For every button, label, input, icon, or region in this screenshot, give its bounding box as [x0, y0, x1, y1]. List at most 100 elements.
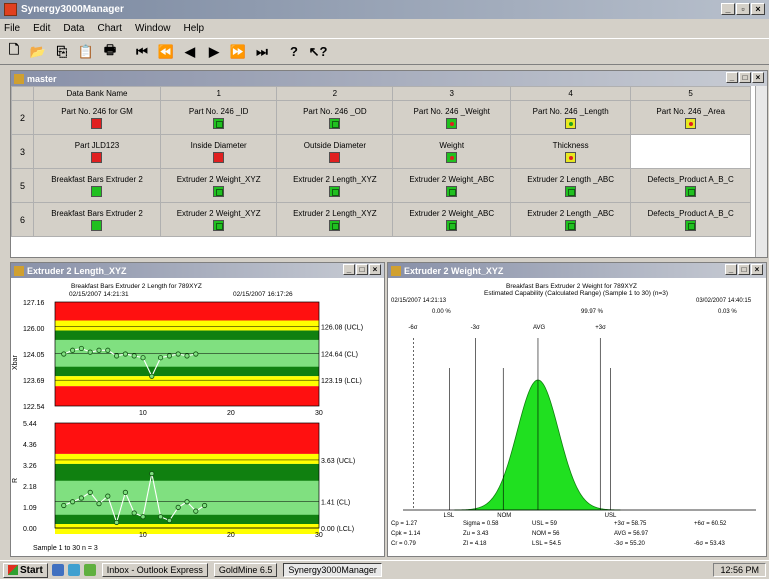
status-indicator-icon[interactable]: [329, 151, 341, 163]
minimize-button[interactable]: _: [721, 3, 735, 15]
status-indicator-icon[interactable]: [329, 117, 341, 129]
help-icon[interactable]: ?: [284, 42, 304, 62]
data-bank-cell[interactable]: Part No. 246 _Area: [630, 100, 751, 135]
status-indicator-icon[interactable]: [329, 219, 341, 231]
column-header[interactable]: Data Bank Name: [33, 86, 161, 101]
status-indicator-icon[interactable]: [213, 117, 225, 129]
data-bank-cell[interactable]: Extruder 2 Weight_ABC: [392, 168, 512, 203]
data-bank-cell[interactable]: Extruder 2 Length_XYZ: [276, 202, 394, 237]
column-header[interactable]: 1: [159, 86, 278, 101]
data-bank-cell[interactable]: Part No. 246 for GM: [33, 100, 161, 135]
data-bank-cell[interactable]: Breakfast Bars Extruder 2: [33, 168, 161, 203]
status-indicator-icon[interactable]: [213, 219, 225, 231]
close-button[interactable]: ×: [752, 72, 764, 83]
data-bank-cell[interactable]: Extruder 2 Length _ABC: [510, 168, 632, 203]
new-file-icon[interactable]: 🗋: [4, 42, 24, 62]
row-number[interactable]: 6: [11, 202, 34, 237]
previous-icon[interactable]: ◀: [180, 42, 200, 62]
maximize-button[interactable]: □: [739, 72, 751, 83]
status-indicator-icon[interactable]: [91, 151, 103, 163]
table-row[interactable]: 5 Breakfast Bars Extruder 2 Extruder 2 Wei…: [11, 168, 751, 203]
table-row[interactable]: 2 Part No. 246 for GM Part No. 246 _ID Part…: [11, 100, 751, 135]
data-bank-cell[interactable]: Inside Diameter: [159, 134, 278, 169]
fast-forward-icon[interactable]: ⏩: [228, 42, 248, 62]
status-indicator-icon[interactable]: [213, 185, 225, 197]
data-bank-cell[interactable]: Breakfast Bars Extruder 2: [33, 202, 161, 237]
column-header[interactable]: 2: [276, 86, 394, 101]
start-button[interactable]: Start: [3, 562, 48, 578]
maximize-button[interactable]: □: [356, 264, 368, 275]
column-header[interactable]: 4: [510, 86, 632, 101]
status-indicator-icon[interactable]: [91, 185, 103, 197]
data-bank-cell[interactable]: Thickness: [510, 134, 632, 169]
status-indicator-icon[interactable]: [329, 185, 341, 197]
last-record-icon[interactable]: ⏭: [252, 42, 272, 62]
taskbar-item-synergy[interactable]: Synergy3000Manager: [283, 563, 382, 577]
status-indicator-icon[interactable]: [446, 117, 458, 129]
vertical-scrollbar[interactable]: [755, 86, 767, 257]
taskbar-item-goldmine[interactable]: GoldMine 6.5: [213, 563, 278, 577]
ie-icon[interactable]: [51, 564, 64, 576]
outlook-icon[interactable]: [67, 564, 80, 576]
data-bank-cell[interactable]: Part JLD123: [33, 134, 161, 169]
row-number[interactable]: 2: [11, 100, 34, 135]
data-bank-cell[interactable]: Part No. 246 _ID: [159, 100, 278, 135]
data-bank-cell[interactable]: Extruder 2 Weight_XYZ: [159, 202, 278, 237]
status-indicator-icon[interactable]: [446, 185, 458, 197]
status-indicator-icon[interactable]: [91, 117, 103, 129]
column-header[interactable]: 3: [392, 86, 512, 101]
minimize-button[interactable]: _: [725, 264, 737, 275]
close-button[interactable]: ×: [751, 3, 765, 15]
column-header[interactable]: 5: [630, 86, 751, 101]
copy-icon[interactable]: ⎘: [52, 42, 72, 62]
data-bank-cell[interactable]: Defects_Product A_B_C: [630, 202, 751, 237]
data-bank-cell[interactable]: Extruder 2 Length _ABC: [510, 202, 632, 237]
table-row[interactable]: 6 Breakfast Bars Extruder 2 Extruder 2 Wei…: [11, 202, 751, 237]
menu-help[interactable]: Help: [184, 23, 205, 34]
data-bank-cell[interactable]: Extruder 2 Weight_ABC: [392, 202, 512, 237]
data-bank-cell[interactable]: Outside Diameter: [276, 134, 394, 169]
status-indicator-icon[interactable]: [565, 151, 577, 163]
next-icon[interactable]: ▶: [204, 42, 224, 62]
rewind-icon[interactable]: ⏪: [156, 42, 176, 62]
data-bank-cell[interactable]: Extruder 2 Length_XYZ: [276, 168, 394, 203]
data-bank-cell[interactable]: Part No. 246 _Weight: [392, 100, 512, 135]
close-button[interactable]: ×: [369, 264, 381, 275]
open-folder-icon[interactable]: 📂: [28, 42, 48, 62]
menu-window[interactable]: Window: [135, 23, 171, 34]
status-indicator-icon[interactable]: [446, 151, 458, 163]
menu-file[interactable]: File: [4, 23, 20, 34]
row-number[interactable]: 3: [11, 134, 34, 169]
status-indicator-icon[interactable]: [685, 117, 697, 129]
minimize-button[interactable]: _: [726, 72, 738, 83]
status-indicator-icon[interactable]: [685, 185, 697, 197]
status-indicator-icon[interactable]: [565, 219, 577, 231]
data-bank-cell[interactable]: Extruder 2 Weight_XYZ: [159, 168, 278, 203]
data-bank-cell[interactable]: Part No. 246 _OD: [276, 100, 394, 135]
taskbar-item-outlook[interactable]: Inbox - Outlook Express: [101, 563, 208, 577]
menu-data[interactable]: Data: [63, 23, 84, 34]
table-row[interactable]: 3 Part JLD123 Inside Diameter Outside Diame…: [11, 134, 751, 169]
desktop-icon[interactable]: [83, 564, 96, 576]
data-bank-cell[interactable]: [630, 134, 751, 169]
status-indicator-icon[interactable]: [685, 219, 697, 231]
menu-edit[interactable]: Edit: [33, 23, 50, 34]
maximize-button[interactable]: □: [738, 264, 750, 275]
close-button[interactable]: ×: [751, 264, 763, 275]
restore-button[interactable]: ▫: [736, 3, 750, 15]
menu-chart[interactable]: Chart: [97, 23, 121, 34]
data-bank-cell[interactable]: Weight: [392, 134, 512, 169]
context-help-icon[interactable]: ↖?: [308, 42, 328, 62]
minimize-button[interactable]: _: [343, 264, 355, 275]
status-indicator-icon[interactable]: [446, 219, 458, 231]
status-indicator-icon[interactable]: [565, 185, 577, 197]
data-bank-cell[interactable]: Defects_Product A_B_C: [630, 168, 751, 203]
status-indicator-icon[interactable]: [213, 151, 225, 163]
paste-icon[interactable]: 📋: [76, 42, 96, 62]
data-bank-cell[interactable]: Part No. 246 _Length: [510, 100, 632, 135]
print-icon[interactable]: 🖶: [100, 42, 120, 62]
first-record-icon[interactable]: ⏮: [132, 42, 152, 62]
status-indicator-icon[interactable]: [565, 117, 577, 129]
row-number[interactable]: 5: [11, 168, 34, 203]
status-indicator-icon[interactable]: [91, 219, 103, 231]
